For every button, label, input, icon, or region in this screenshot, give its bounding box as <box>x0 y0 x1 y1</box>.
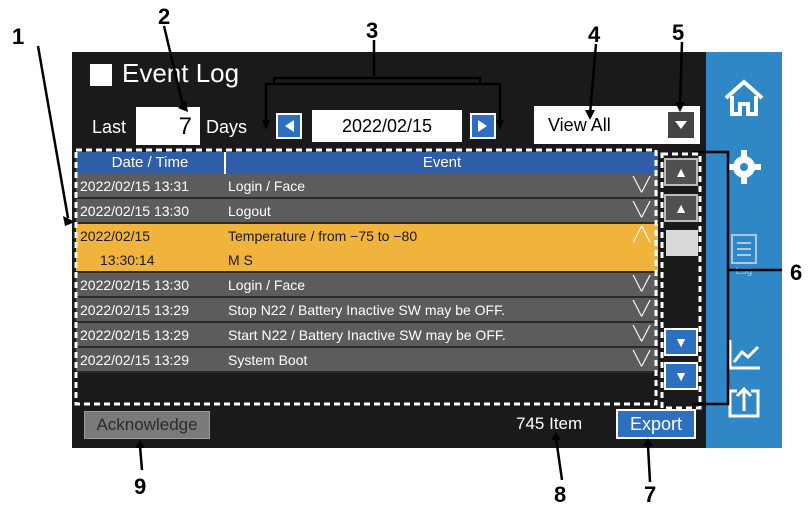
callout-8: 8 <box>554 482 567 507</box>
callout-1: 1 <box>12 24 25 49</box>
callout-5: 5 <box>672 20 685 45</box>
callout-2: 2 <box>158 4 171 29</box>
annotation-overlay <box>36 25 782 483</box>
callout-6: 6 <box>790 260 803 285</box>
callout-3: 3 <box>366 18 379 43</box>
callout-4: 4 <box>588 22 601 47</box>
callout-7: 7 <box>644 482 657 507</box>
callout-9: 9 <box>134 474 147 499</box>
